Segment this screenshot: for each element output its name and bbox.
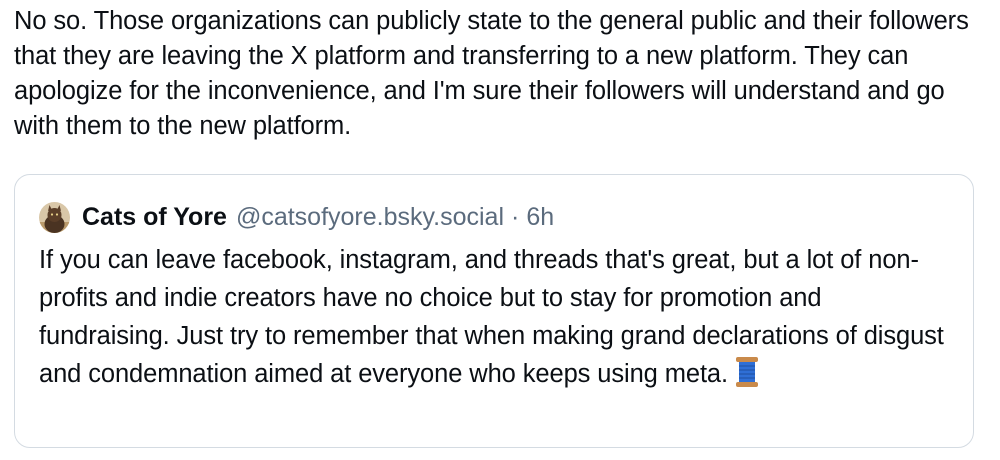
quoted-post-time[interactable]: 6h — [526, 203, 554, 232]
quoted-post-card[interactable]: Cats of Yore @catsofyore.bsky.social · 6… — [14, 174, 974, 448]
header-separator: · — [511, 202, 520, 231]
quoted-author-handle[interactable]: @catsofyore.bsky.social — [236, 203, 504, 232]
thread-spool-icon — [734, 356, 760, 388]
quoted-post-text-content: If you can leave facebook, instagram, an… — [39, 246, 944, 388]
cat-avatar-icon[interactable] — [39, 201, 70, 233]
post-text: No so. Those organizations can publicly … — [14, 7, 969, 140]
quoted-author-name[interactable]: Cats of Yore — [82, 203, 227, 232]
main-post: No so. Those organizations can publicly … — [14, 4, 976, 144]
quoted-post-text: If you can leave facebook, instagram, an… — [39, 241, 954, 393]
quoted-post-header: Cats of Yore @catsofyore.bsky.social · 6… — [39, 197, 554, 237]
